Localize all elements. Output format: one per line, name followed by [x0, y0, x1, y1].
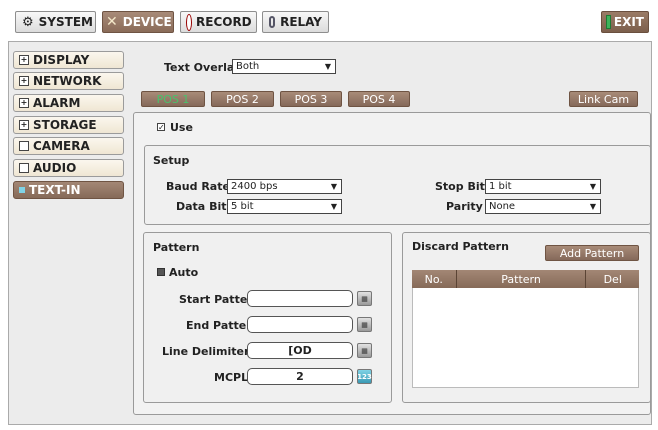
- column-header-pattern: Pattern: [457, 270, 587, 288]
- column-header-no: No.: [412, 270, 457, 288]
- relay-label: RELAY: [280, 15, 322, 29]
- text-overlay-select[interactable]: Both ▼: [232, 59, 336, 74]
- dropdown-arrow-icon: ▼: [324, 62, 331, 71]
- text-overlay-value: Both: [236, 61, 260, 72]
- keyboard-icon[interactable]: ▦: [357, 291, 372, 306]
- tab-pos-1[interactable]: POS 1: [141, 91, 205, 107]
- relay-icon: [269, 16, 276, 28]
- stop-bit-label: Stop Bit: [435, 180, 485, 193]
- baud-rate-select[interactable]: 2400 bps ▼: [227, 179, 342, 194]
- data-bit-value: 5 bit: [231, 201, 254, 212]
- gear-icon: ⚙: [22, 14, 34, 30]
- expand-icon: +: [19, 98, 29, 108]
- system-menu-button[interactable]: ⚙ SYSTEM: [15, 11, 96, 33]
- column-header-del: Del: [603, 272, 622, 286]
- exit-label: EXIT: [613, 15, 644, 29]
- link-cam-button[interactable]: Link Cam: [569, 91, 638, 107]
- exit-door-icon: [606, 15, 611, 29]
- selected-icon: [19, 187, 25, 193]
- sidebar-item-label: TEXT-IN: [29, 183, 81, 197]
- expand-icon: +: [19, 55, 29, 65]
- dropdown-arrow-icon: ▼: [330, 202, 337, 211]
- exit-button[interactable]: EXIT: [601, 11, 649, 33]
- sidebar-item-label: AUDIO: [33, 161, 77, 175]
- parity-label: Parity: [446, 200, 483, 213]
- sidebar-item-label: STORAGE: [33, 118, 97, 132]
- line-delimiter-input[interactable]: [OD: [247, 342, 353, 359]
- baud-rate-label: Baud Rate: [166, 180, 230, 193]
- pattern-title: Pattern: [153, 241, 200, 254]
- use-checkbox[interactable]: ✓: [157, 123, 165, 132]
- discard-pattern-title: Discard Pattern: [412, 240, 509, 253]
- mcpl-label: MCPL: [214, 371, 249, 384]
- sidebar-item-text-in[interactable]: TEXT-IN: [13, 181, 124, 199]
- sidebar-item-audio[interactable]: AUDIO: [13, 159, 124, 177]
- discard-table-header: No. Pattern Del: [412, 270, 639, 288]
- auto-label: Auto: [169, 266, 199, 279]
- data-bit-label: Data Bit: [176, 200, 227, 213]
- sidebar-item-label: NETWORK: [33, 74, 102, 88]
- sidebar-item-label: ALARM: [33, 96, 81, 110]
- leaf-icon: [19, 141, 29, 151]
- dropdown-arrow-icon: ▼: [330, 182, 337, 191]
- sidebar-item-camera[interactable]: CAMERA: [13, 137, 124, 155]
- expand-icon: +: [19, 76, 29, 86]
- sidebar-item-label: CAMERA: [33, 139, 90, 153]
- text-overlay-label: Text Overlay: [164, 61, 242, 74]
- parity-value: None: [489, 201, 516, 212]
- dropdown-arrow-icon: ▼: [589, 182, 596, 191]
- tab-pos-2[interactable]: POS 2: [211, 91, 274, 107]
- line-delimiter-label: Line Delimiter: [162, 345, 250, 358]
- numeric-keypad-icon[interactable]: 123: [357, 369, 372, 384]
- stop-bit-value: 1 bit: [489, 181, 512, 192]
- stop-bit-select[interactable]: 1 bit ▼: [485, 179, 601, 194]
- setup-title: Setup: [153, 154, 190, 167]
- tab-pos-4[interactable]: POS 4: [348, 91, 410, 107]
- sidebar-item-storage[interactable]: + STORAGE: [13, 116, 124, 134]
- sidebar-item-alarm[interactable]: + ALARM: [13, 94, 124, 112]
- record-menu-button[interactable]: RECORD: [180, 11, 257, 33]
- system-label: SYSTEM: [38, 15, 93, 29]
- record-label: RECORD: [196, 15, 252, 29]
- end-pattern-input[interactable]: [247, 316, 353, 333]
- use-label: Use: [170, 121, 193, 134]
- sidebar-item-label: DISPLAY: [33, 53, 90, 67]
- dropdown-arrow-icon: ▼: [589, 202, 596, 211]
- keyboard-icon[interactable]: ▦: [357, 317, 372, 332]
- mcpl-input[interactable]: 2: [247, 368, 353, 385]
- leaf-icon: [19, 163, 29, 173]
- tools-icon: ✕: [106, 14, 118, 30]
- parity-select[interactable]: None ▼: [485, 199, 601, 214]
- keyboard-icon[interactable]: ▦: [357, 343, 372, 358]
- auto-checkbox[interactable]: [157, 268, 165, 276]
- device-label: DEVICE: [122, 15, 172, 29]
- expand-icon: +: [19, 120, 29, 130]
- top-menu-bar: [0, 0, 658, 40]
- start-pattern-input[interactable]: [247, 290, 353, 307]
- sidebar-item-network[interactable]: + NETWORK: [13, 72, 124, 90]
- record-icon: [187, 14, 191, 30]
- relay-menu-button[interactable]: RELAY: [262, 11, 329, 33]
- sidebar-item-display[interactable]: + DISPLAY: [13, 51, 124, 69]
- add-pattern-button[interactable]: Add Pattern: [545, 245, 639, 261]
- data-bit-select[interactable]: 5 bit ▼: [227, 199, 342, 214]
- tab-pos-3[interactable]: POS 3: [280, 91, 342, 107]
- baud-rate-value: 2400 bps: [231, 181, 278, 192]
- device-menu-button[interactable]: ✕ DEVICE: [102, 11, 174, 33]
